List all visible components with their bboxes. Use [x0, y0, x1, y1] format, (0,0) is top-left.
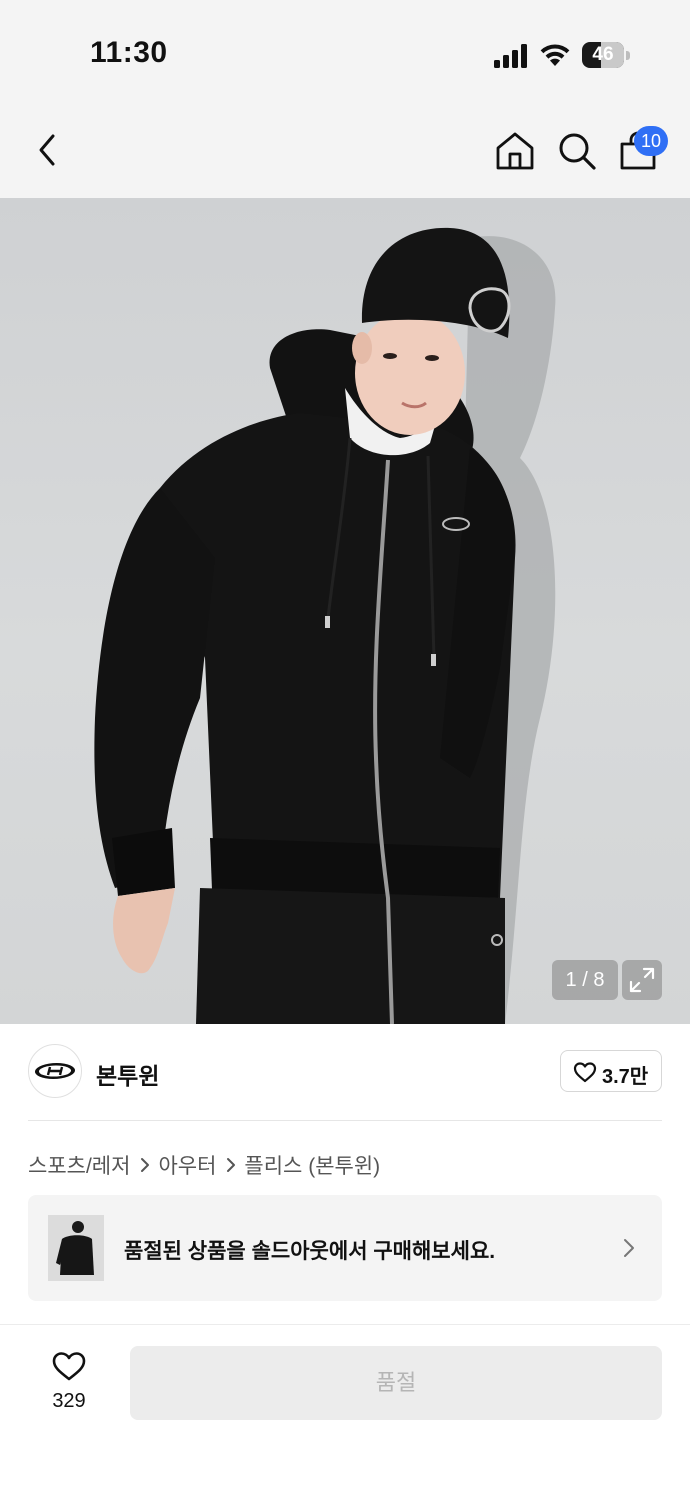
brand-like-button[interactable]: 3.7만 — [560, 1050, 662, 1092]
drawstring-tip-left — [325, 616, 330, 628]
hand — [113, 888, 175, 974]
expand-icon — [629, 967, 655, 993]
product-image[interactable] — [0, 198, 690, 1024]
top-nav-bar — [0, 100, 690, 198]
signal-icon — [494, 44, 527, 68]
status-time: 11:30 — [90, 36, 168, 69]
chevron-right-icon — [624, 1239, 634, 1257]
hoodie-hem — [210, 838, 500, 898]
chevron-right-icon — [141, 1158, 150, 1172]
battery-icon: 46 — [582, 42, 630, 68]
soldout-banner[interactable]: 품절된 상품을 솔드아웃에서 구매해보세요. — [28, 1195, 662, 1301]
home-icon[interactable] — [494, 130, 536, 172]
battery-level: 46 — [592, 44, 614, 65]
expand-button[interactable] — [622, 960, 662, 1000]
chevron-right-icon — [227, 1158, 236, 1172]
divider — [28, 1120, 662, 1121]
eye-right — [425, 355, 439, 361]
pants — [196, 888, 505, 1024]
divider — [0, 1324, 690, 1325]
heart-icon — [573, 1062, 597, 1083]
model-photo — [94, 227, 556, 1024]
battery-body: 46 — [582, 42, 624, 68]
drawstring-tip-right — [431, 654, 436, 666]
brand-logo[interactable] — [28, 1044, 82, 1098]
status-bar: 11:30 46 — [0, 0, 690, 100]
brand-name[interactable]: 본투윈 — [96, 1057, 159, 1091]
soldout-button[interactable]: 품절 — [130, 1346, 662, 1420]
brand-like-count: 3.7만 — [602, 1066, 649, 1088]
breadcrumb-item-fleece[interactable]: 플리스 (본투윈) — [244, 1150, 380, 1180]
breadcrumb-item-sports[interactable]: 스포츠/레저 — [28, 1150, 130, 1180]
brand-logo-icon — [34, 1063, 76, 1079]
back-icon[interactable] — [26, 128, 70, 172]
ear — [352, 332, 372, 364]
wifi-icon — [540, 44, 570, 66]
hoodie-left-sleeve — [94, 488, 215, 888]
wishlist-button[interactable]: 329 — [40, 1346, 98, 1416]
face — [355, 311, 465, 435]
breadcrumb: 스포츠/레저 아우터 플리스 (본투윈) — [28, 1151, 380, 1179]
eye-left — [383, 353, 397, 359]
breadcrumb-item-outer[interactable]: 아우터 — [158, 1150, 216, 1180]
battery-cap — [626, 51, 630, 60]
wishlist-count: 329 — [52, 1390, 86, 1412]
banner-thumbnail — [48, 1215, 104, 1281]
search-icon[interactable] — [556, 130, 598, 172]
heart-icon — [52, 1352, 86, 1381]
hoodie-cuff — [112, 828, 175, 896]
image-counter: 1 / 8 — [552, 960, 618, 1000]
banner-text: 품절된 상품을 솔드아웃에서 구매해보세요. — [124, 1240, 496, 1263]
cart-badge[interactable]: 10 — [634, 126, 668, 156]
